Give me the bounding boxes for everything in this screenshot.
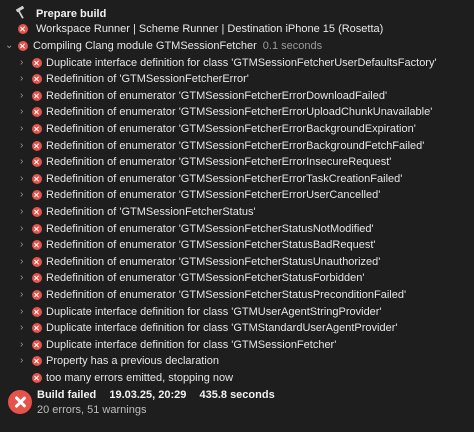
issue-text: Redefinition of enumerator 'GTMSessionFe… (46, 272, 365, 285)
issue-text: Redefinition of enumerator 'GTMSessionFe… (46, 239, 376, 252)
chevron-right-icon[interactable]: › (20, 254, 30, 271)
issue-text: Redefinition of enumerator 'GTMSessionFe… (46, 255, 381, 268)
build-status-line: Build failed 19.03.25, 20:29 435.8 secon… (37, 389, 285, 401)
hammer-icon (16, 6, 24, 19)
error-icon (18, 24, 28, 34)
error-icon (32, 57, 42, 68)
issue-row[interactable]: › Redefinition of enumerator 'GTMSessionF… (0, 237, 474, 254)
issue-text: Redefinition of 'GTMSessionFetcherError' (46, 73, 249, 86)
chevron-right-icon[interactable]: › (20, 104, 30, 121)
build-status: Build failed (37, 389, 97, 401)
issue-text: Redefinition of enumerator 'GTMSessionFe… (46, 139, 425, 152)
chevron-right-icon[interactable]: › (20, 320, 30, 337)
issue-text: Redefinition of enumerator 'GTMSessionFe… (46, 222, 374, 235)
issue-text: Duplicate interface definition for class… (46, 322, 398, 335)
error-icon (32, 90, 42, 101)
issue-text: Duplicate interface definition for class… (46, 56, 437, 69)
issue-row[interactable]: › Duplicate interface definition for clas… (0, 55, 474, 72)
chevron-right-icon[interactable]: › (20, 154, 30, 171)
chevron-right-icon[interactable]: › (20, 221, 30, 238)
error-icon (32, 157, 42, 168)
error-icon (32, 372, 42, 383)
issue-row[interactable]: › Redefinition of enumerator 'GTMSessionF… (0, 154, 474, 171)
chevron-right-icon[interactable]: › (20, 287, 30, 304)
issue-row[interactable]: › Duplicate interface definition for clas… (0, 304, 474, 321)
error-icon (32, 273, 42, 284)
error-icon (18, 41, 28, 51)
issue-row[interactable]: › Redefinition of 'GTMSessionFetcherStatu… (0, 204, 474, 221)
build-log-panel: Prepare build Workspace Runner | Scheme … (0, 0, 474, 432)
issue-row[interactable]: › Redefinition of enumerator 'GTMSessionF… (0, 270, 474, 287)
error-icon (32, 140, 42, 151)
issue-row[interactable]: › Property has a previous declaration (0, 353, 474, 370)
chevron-down-icon[interactable]: ⌄ (5, 38, 15, 55)
chevron-right-icon[interactable]: › (20, 88, 30, 105)
issue-text: Redefinition of enumerator 'GTMSessionFe… (46, 89, 388, 102)
issue-text: Redefinition of enumerator 'GTMSessionFe… (46, 156, 392, 169)
build-summary: Build failed 19.03.25, 20:29 435.8 secon… (0, 384, 474, 432)
error-icon (32, 107, 42, 118)
chevron-right-icon[interactable]: › (20, 71, 30, 88)
issue-row[interactable]: › Redefinition of enumerator 'GTMSessionF… (0, 287, 474, 304)
chevron-right-icon[interactable]: › (20, 353, 30, 370)
chevron-right-icon[interactable]: › (20, 171, 30, 188)
chevron-right-icon[interactable]: › (20, 237, 30, 254)
compile-group-row[interactable]: ⌄ Compiling Clang module GTMSessionFetch… (0, 38, 474, 55)
chevron-right-icon[interactable]: › (20, 121, 30, 138)
error-icon (32, 223, 42, 234)
error-icon (32, 74, 42, 85)
issue-list: ⌄ Compiling Clang module GTMSessionFetch… (0, 38, 474, 386)
build-header: Prepare build Workspace Runner | Scheme … (0, 4, 474, 38)
issue-row[interactable]: › Redefinition of enumerator 'GTMSessionF… (0, 171, 474, 188)
issue-row[interactable]: › Duplicate interface definition for clas… (0, 320, 474, 337)
issue-row[interactable]: › Duplicate interface definition for clas… (0, 337, 474, 354)
group-label: Compiling Clang module GTMSessionFetcher (33, 40, 257, 52)
chevron-right-icon[interactable]: › (20, 138, 30, 155)
issue-text: Redefinition of enumerator 'GTMSessionFe… (46, 288, 407, 301)
chevron-right-icon[interactable]: › (20, 204, 30, 221)
error-icon (32, 256, 42, 267)
build-step-title: Prepare build (36, 8, 107, 20)
issue-row[interactable]: › Redefinition of enumerator 'GTMSessionF… (0, 187, 474, 204)
build-date: 19.03.25, 20:29 (109, 389, 187, 401)
chevron-right-icon[interactable]: › (20, 270, 30, 287)
error-icon (32, 323, 42, 334)
issue-text: Redefinition of enumerator 'GTMSessionFe… (46, 189, 381, 202)
issue-row[interactable]: › Redefinition of 'GTMSessionFetcherError… (0, 71, 474, 88)
issue-text: Duplicate interface definition for class… (46, 305, 382, 318)
error-icon (32, 190, 42, 201)
error-icon (32, 306, 42, 317)
issue-row[interactable]: › Redefinition of enumerator 'GTMSessionF… (0, 104, 474, 121)
issue-text: Property has a previous declaration (46, 355, 220, 368)
error-icon (32, 356, 42, 367)
error-icon (32, 123, 42, 134)
issue-row[interactable]: › Redefinition of enumerator 'GTMSessionF… (0, 121, 474, 138)
build-failed-icon (8, 390, 32, 414)
issue-row[interactable]: › Redefinition of enumerator 'GTMSessionF… (0, 254, 474, 271)
issue-text: Redefinition of enumerator 'GTMSessionFe… (46, 172, 403, 185)
issue-row[interactable]: › Redefinition of enumerator 'GTMSessionF… (0, 221, 474, 238)
chevron-right-icon[interactable]: › (20, 187, 30, 204)
error-icon (32, 339, 42, 350)
group-duration: 0.1 seconds (262, 40, 323, 52)
issue-row[interactable]: › Redefinition of enumerator 'GTMSessionF… (0, 138, 474, 155)
issue-row[interactable]: › Redefinition of enumerator 'GTMSessionF… (0, 88, 474, 105)
error-icon (32, 206, 42, 217)
issue-text: Redefinition of enumerator 'GTMSessionFe… (46, 106, 433, 119)
error-icon (32, 289, 42, 300)
issue-text: Redefinition of 'GTMSessionFetcherStatus… (46, 205, 256, 218)
chevron-right-icon[interactable]: › (20, 304, 30, 321)
error-icon (32, 240, 42, 251)
issue-text: Duplicate interface definition for class… (46, 338, 337, 351)
chevron-right-icon[interactable]: › (20, 337, 30, 354)
issue-text: Redefinition of enumerator 'GTMSessionFe… (46, 122, 416, 135)
chevron-right-icon[interactable]: › (20, 55, 30, 72)
error-icon (32, 173, 42, 184)
build-step-subtitle: Workspace Runner | Scheme Runner | Desti… (36, 23, 384, 35)
build-duration: 435.8 seconds (199, 389, 275, 401)
build-issue-counts: 20 errors, 51 warnings (37, 404, 147, 416)
